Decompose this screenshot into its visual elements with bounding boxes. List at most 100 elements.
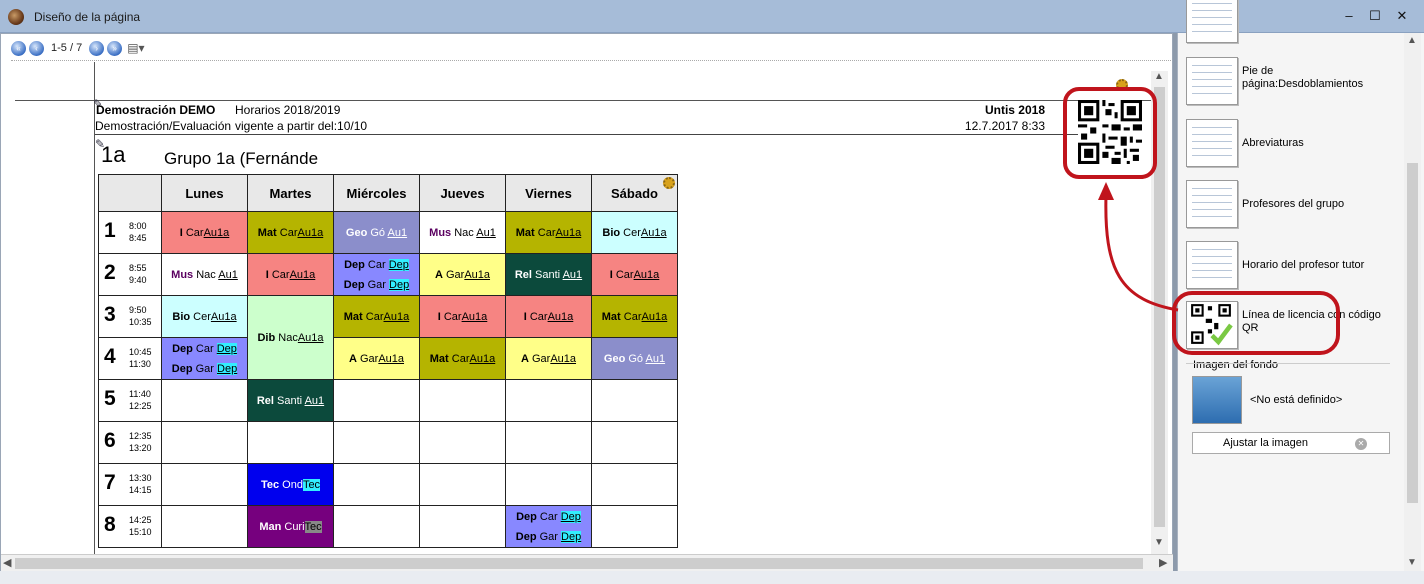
page-options-icon[interactable]: ▤▾ [127, 41, 144, 55]
empty-cell[interactable] [161, 421, 248, 464]
lesson-cell[interactable]: A GarAu1a [505, 337, 592, 380]
scroll-down-icon[interactable]: ▼ [1407, 557, 1417, 568]
lesson-cell[interactable]: I CarAu1a [247, 253, 334, 296]
prev-page-icon[interactable]: ‹ [29, 40, 44, 56]
lesson-teacher: Nac [454, 226, 474, 239]
empty-cell[interactable] [161, 505, 248, 548]
background-image-thumb[interactable] [1192, 376, 1242, 424]
layout-item-abbreviations[interactable]: Abreviaturas [1186, 119, 1396, 169]
empty-cell[interactable] [161, 379, 248, 422]
layout-item-previous[interactable] [1186, 0, 1396, 45]
lesson-cell[interactable]: Dib NacAu1a [247, 295, 334, 380]
scroll-thumb[interactable] [1407, 163, 1418, 503]
lesson-room: Au1a [641, 310, 668, 323]
lesson-cell[interactable]: Tec OndTec [247, 463, 334, 506]
lesson-cell[interactable]: I CarAu1a [419, 295, 506, 338]
lesson-cell[interactable]: A GarAu1a [419, 253, 506, 296]
scroll-down-icon[interactable]: ▼ [1154, 537, 1164, 548]
pane-vertical-scrollbar[interactable]: ▲ ▼ [1404, 33, 1421, 571]
empty-cell[interactable] [505, 421, 592, 464]
empty-cell[interactable] [505, 379, 592, 422]
period-row: 7 13:30 14:15 Tec OndTec [98, 463, 678, 506]
lesson-cell[interactable]: Mus Nac Au1 [161, 253, 248, 296]
empty-cell[interactable] [591, 505, 678, 548]
first-page-icon[interactable]: « [11, 40, 26, 56]
lesson-cell[interactable]: I CarAu1a [505, 295, 592, 338]
lesson-cell[interactable]: Mat CarAu1a [333, 295, 420, 338]
gear-icon[interactable] [663, 177, 675, 189]
period-cell: 5 11:40 12:25 [98, 379, 162, 422]
period-row: 3 9:50 10:35 Bio CerAu1a Dib NacAu1a Mat C… [98, 295, 678, 380]
lesson-cell[interactable]: Geo Gó Au1 [591, 337, 678, 380]
scroll-right-icon[interactable]: ▶ [1159, 556, 1167, 569]
lesson-cell[interactable]: Bio CerAu1a [161, 295, 248, 338]
lesson-subject: Dep [171, 362, 193, 375]
preview-horizontal-scrollbar[interactable]: ◀ ▶ [1, 554, 1173, 571]
empty-cell[interactable] [333, 421, 420, 464]
layout-item-tutor-timetable[interactable]: Horario del profesor tutor [1186, 241, 1396, 291]
layout-thumb [1186, 241, 1238, 289]
lesson-cell[interactable]: Dep Car Dep Dep Gar Dep [161, 337, 248, 380]
empty-cell[interactable] [591, 463, 678, 506]
next-page-icon[interactable]: › [89, 40, 105, 56]
lesson-cell[interactable]: I CarAu1a [161, 211, 248, 254]
last-page-icon[interactable]: » [107, 40, 123, 56]
lesson-cell[interactable]: Geo Gó Au1 [333, 211, 420, 254]
scroll-up-icon[interactable]: ▲ [1407, 35, 1417, 46]
lesson-teacher: Gar [531, 352, 551, 365]
period-start: 13:30 [129, 473, 152, 483]
clear-icon[interactable]: ✕ [1355, 438, 1367, 450]
empty-cell[interactable] [419, 379, 506, 422]
empty-cell[interactable] [591, 421, 678, 464]
scroll-thumb[interactable] [15, 558, 1143, 569]
lesson-room: Au1 [304, 394, 325, 407]
layout-item-group-teachers[interactable]: Profesores del grupo [1186, 180, 1396, 230]
lesson-room: Au1 [387, 226, 408, 239]
lesson-cell[interactable]: Dep Car Dep Dep Gar Dep [333, 253, 420, 296]
lesson-cell[interactable]: Mat CarAu1a [247, 211, 334, 254]
lesson-cell[interactable]: Man CuriTec [247, 505, 334, 548]
lesson-cell[interactable]: Mat CarAu1a [505, 211, 592, 254]
lesson-cell[interactable]: Mat CarAu1a [419, 337, 506, 380]
empty-cell[interactable] [333, 379, 420, 422]
empty-cell[interactable] [505, 463, 592, 506]
lesson-room: Dep [217, 362, 238, 375]
empty-cell[interactable] [333, 505, 420, 548]
adjust-image-button[interactable]: Ajustar la imagen ✕ [1192, 432, 1390, 454]
lesson-teacher: Car [443, 310, 462, 323]
lesson-room: Au1a [378, 352, 405, 365]
empty-cell[interactable] [419, 505, 506, 548]
lesson-room: Au1a [289, 268, 316, 281]
lesson-room: Au1 [645, 352, 666, 365]
empty-cell[interactable] [247, 421, 334, 464]
period-end: 11:30 [129, 359, 151, 369]
layout-item-footer[interactable]: Pie de página:Desdoblamientos [1186, 57, 1396, 107]
lesson-cell[interactable]: Bio CerAu1a [591, 211, 678, 254]
lesson-cell[interactable]: Rel Santi Au1 [505, 253, 592, 296]
empty-cell[interactable] [333, 463, 420, 506]
lesson-teacher: Gar [359, 352, 379, 365]
period-row: 5 11:40 12:25 Rel Santi Au1 [98, 379, 678, 422]
scroll-up-icon[interactable]: ▲ [1154, 71, 1164, 82]
period-row: 4 10:45 11:30 Dep Car Dep Dep Gar Dep A Gar… [98, 337, 678, 380]
lesson-cell[interactable]: Dep Car Dep Dep Gar Dep [505, 505, 592, 548]
lesson-cell[interactable]: A GarAu1a [333, 337, 420, 380]
lesson-cell[interactable]: Rel Santi Au1 [247, 379, 334, 422]
period-number: 6 [104, 429, 116, 452]
empty-cell[interactable] [161, 463, 248, 506]
empty-cell[interactable] [419, 463, 506, 506]
lesson-teacher: Car [195, 342, 214, 355]
lesson-teacher: Gar [367, 278, 386, 291]
lesson-cell[interactable]: I CarAu1a [591, 253, 678, 296]
period-time: 12:35 13:20 [129, 430, 152, 454]
grid-icon [1192, 248, 1232, 278]
empty-cell[interactable] [419, 421, 506, 464]
lesson-cell[interactable]: Mat CarAu1a [591, 295, 678, 338]
lesson-cell[interactable]: Mus Nac Au1 [419, 211, 506, 254]
lesson-room: Au1a [297, 331, 324, 344]
empty-cell[interactable] [591, 379, 678, 422]
day-header: Sábado [591, 174, 678, 212]
scroll-left-icon[interactable]: ◀ [3, 556, 11, 569]
school-year: Horarios 2018/2019 [235, 103, 341, 117]
timetable-header-row: Lunes Martes Miércoles Jueves Viernes Sá… [98, 174, 678, 212]
